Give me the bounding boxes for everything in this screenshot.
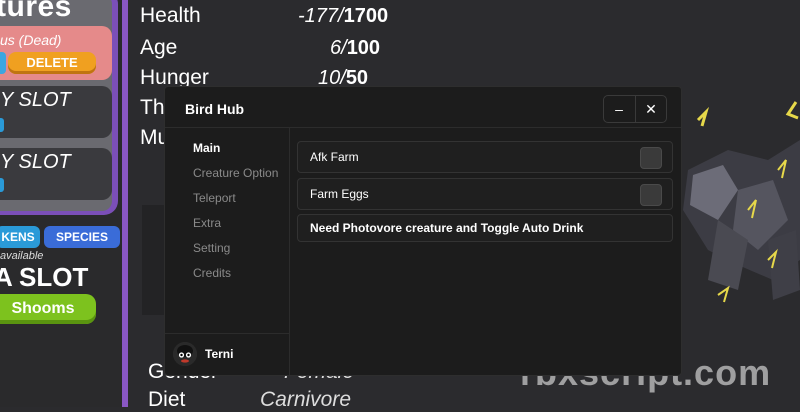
tab-teleport[interactable]: Teleport [193, 191, 236, 205]
empty-slot-label: Y SLOT [0, 151, 71, 173]
slot-button[interactable] [0, 178, 4, 192]
diet-value: Carnivore [260, 388, 352, 411]
tab-credits[interactable]: Credits [193, 266, 231, 280]
tab-extra[interactable]: Extra [193, 216, 221, 230]
tab-species[interactable]: SPECIES [44, 226, 120, 248]
creatures-panel: tures us (Dead) DELETE Y SLOT Y SLOT KEN… [0, 0, 122, 407]
hub-title: Bird Hub [185, 101, 245, 117]
close-button[interactable]: ✕ [635, 96, 666, 122]
tab-setting[interactable]: Setting [193, 241, 230, 255]
note-label: Need Photovore creature and Toggle Auto … [310, 221, 584, 235]
farm-eggs-label: Farm Eggs [310, 187, 369, 201]
hub-sidebar: Main Creature Option Teleport Extra Sett… [165, 128, 290, 375]
panel-divider [122, 0, 128, 407]
sidebar-divider [165, 333, 289, 334]
diet-label: Diet [148, 388, 186, 411]
window-controls: – ✕ [603, 95, 667, 123]
tab-creature-option[interactable]: Creature Option [193, 166, 278, 180]
minimize-button[interactable]: – [604, 96, 634, 122]
stat-health-label: Health [140, 4, 201, 27]
farm-eggs-row[interactable]: Farm Eggs [297, 178, 673, 210]
stat-health-value: -177/1700 [298, 5, 389, 27]
tab-tokens[interactable]: KENS [0, 226, 40, 248]
bird-hub-window: Bird Hub – ✕ Main Creature Option Telepo… [164, 86, 682, 376]
dead-creature-status: us (Dead) [0, 32, 62, 48]
note-row: Need Photovore creature and Toggle Auto … [297, 214, 673, 242]
avatar [173, 342, 197, 366]
afk-farm-toggle[interactable] [640, 147, 662, 169]
buy-slot-label: A SLOT [0, 262, 89, 292]
empty-slot-label: Y SLOT [0, 89, 71, 111]
creature-model-image [683, 101, 800, 303]
select-button[interactable] [0, 52, 6, 74]
shooms-button[interactable]: Shooms [0, 294, 96, 324]
delete-button[interactable]: DELETE [8, 52, 96, 74]
afk-farm-label: Afk Farm [310, 150, 359, 164]
creatures-title: tures [0, 0, 72, 23]
tab-main[interactable]: Main [193, 141, 220, 155]
stat-age-value: 6/100 [330, 37, 381, 59]
stat-thirst-label: Th [140, 96, 165, 119]
stat-age-label: Age [140, 36, 178, 59]
farm-eggs-toggle[interactable] [640, 184, 662, 206]
username: Terni [205, 347, 234, 361]
afk-farm-row[interactable]: Afk Farm [297, 141, 673, 173]
slot-button[interactable] [0, 118, 4, 132]
available-label: available [0, 250, 44, 262]
